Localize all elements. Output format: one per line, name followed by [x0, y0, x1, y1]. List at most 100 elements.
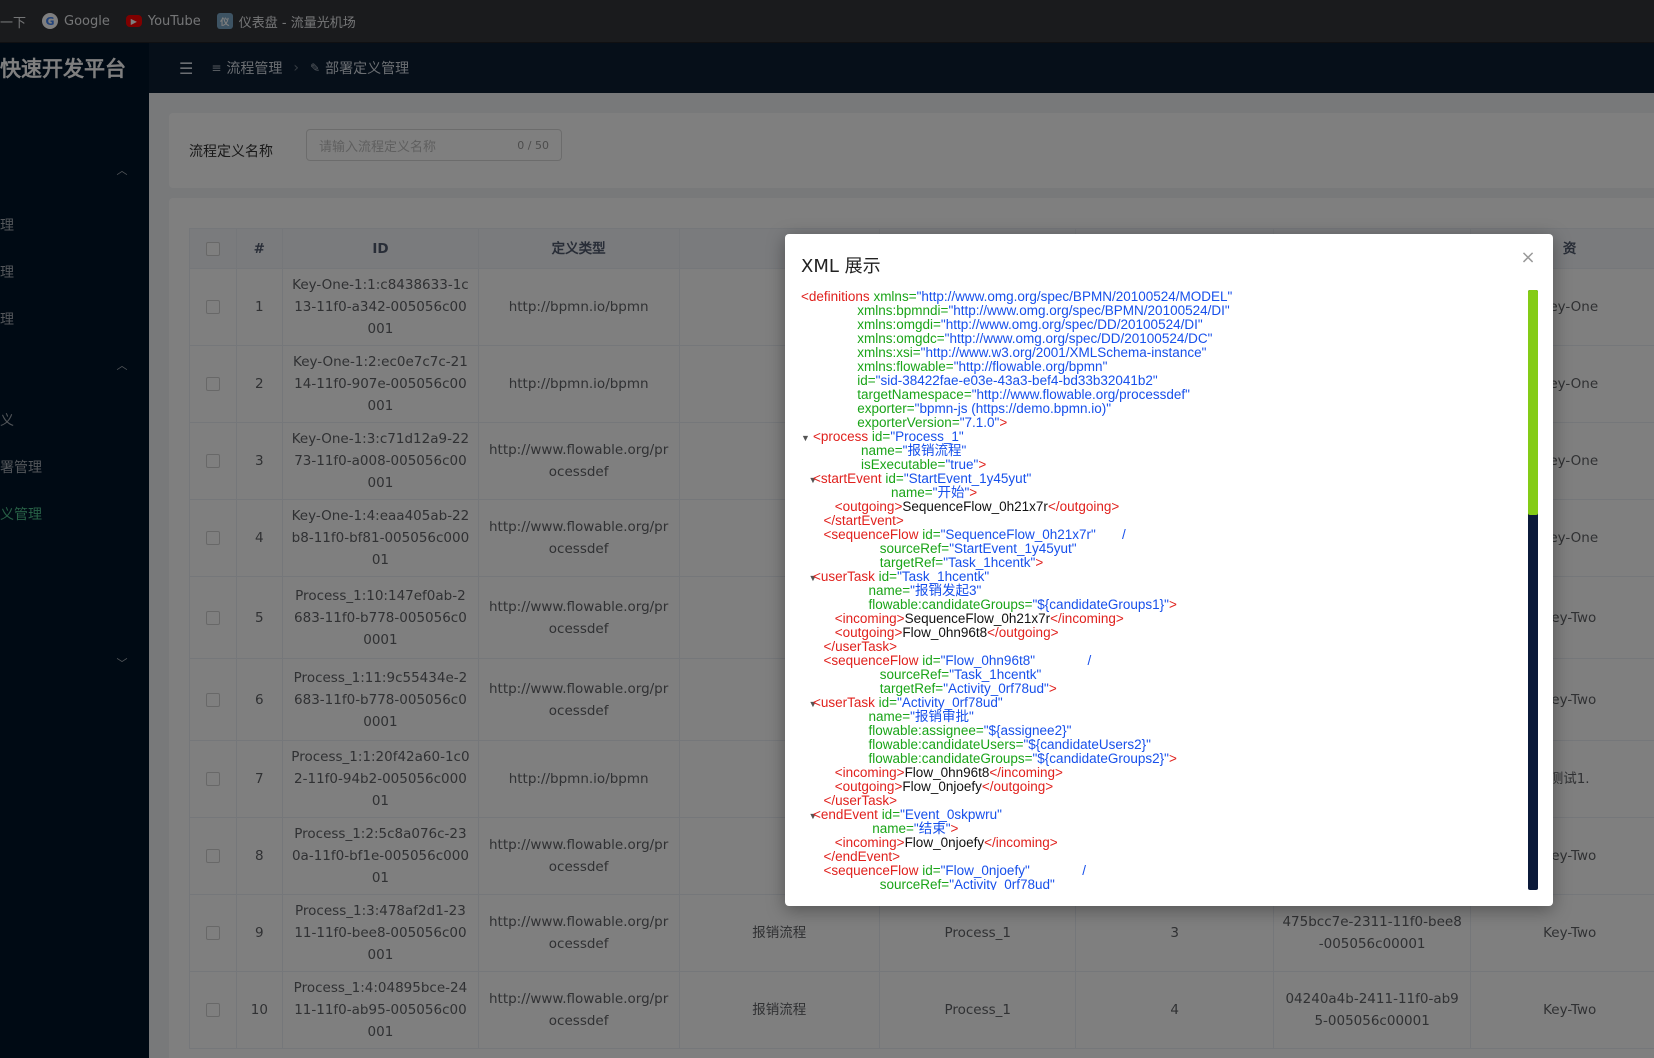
xml-token: >	[1035, 555, 1044, 570]
xml-token: xmlns:omgdc=	[801, 331, 945, 346]
xml-line: </endEvent>	[801, 850, 1501, 864]
xml-token: "Flow_0njoefy"	[940, 863, 1030, 878]
xml-token: </outgoing>	[987, 625, 1059, 640]
xml-token: </outgoing>	[981, 779, 1054, 794]
xml-token: </startEvent>	[801, 513, 904, 528]
xml-token: </incoming>	[1050, 611, 1124, 626]
xml-token: "http://www.flowable.org/processdef"	[971, 387, 1190, 402]
xml-line: xmlns:omgdc="http://www.omg.org/spec/DD/…	[801, 332, 1501, 346]
xml-token: "报销流程"	[902, 443, 967, 458]
xml-token: "Task_1hcentk"	[943, 555, 1036, 570]
xml-token: "Activity_0rf78ud"	[897, 695, 1003, 710]
xml-token: >	[950, 821, 959, 836]
xml-token: flowable:candidateGroups=	[801, 597, 1033, 612]
xml-token: "7.1.0"	[959, 415, 1000, 430]
xml-line: </startEvent>	[801, 514, 1501, 528]
xml-token: name=	[801, 709, 911, 724]
xml-token: <outgoing>	[801, 625, 903, 640]
xml-token: >	[999, 415, 1008, 430]
xml-token: exporter=	[801, 401, 915, 416]
xml-token: <incoming>	[801, 835, 905, 850]
xml-line: sourceRef="StartEvent_1y45yut"	[801, 542, 1501, 556]
modal-title: XML 展示	[801, 256, 881, 277]
xml-token: <incoming>	[801, 765, 905, 780]
xml-line: id="sid-38422fae-e03e-43a3-bef4-bd33b320…	[801, 374, 1501, 388]
xml-token: </outgoing>	[1047, 499, 1120, 514]
xml-line: ▼<endEvent id="Event_0skpwru"	[801, 808, 1501, 822]
xml-token: <startEvent	[813, 471, 886, 486]
xml-token: "${candidateGroups2}"	[1032, 751, 1169, 766]
xml-token: "Activity_0rf78ud"	[943, 681, 1049, 696]
xml-token: xmlns:bpmndi=	[801, 303, 949, 318]
xml-token: xmlns:flowable=	[801, 359, 954, 374]
xml-token: xmlns:omgdi=	[801, 317, 941, 332]
xml-token: "Task_1hcentk"	[949, 667, 1042, 682]
xml-line: <outgoing>Flow_0njoefy</outgoing>	[801, 780, 1501, 794]
xml-token: id=	[878, 695, 898, 710]
xml-line: name="报销审批"	[801, 710, 1501, 724]
xml-line: xmlns:omgdi="http://www.omg.org/spec/DD/…	[801, 318, 1501, 332]
xml-line: </userTask>	[801, 794, 1501, 808]
xml-line: exporterVersion="7.1.0">	[801, 416, 1501, 430]
xml-token: id=	[922, 653, 941, 668]
xml-token: "StartEvent_1y45yut"	[903, 471, 1032, 486]
xml-line: flowable:candidateGroups="${candidateGro…	[801, 752, 1501, 766]
xml-token: <sequenceFlow	[801, 527, 923, 542]
xml-token: >	[978, 457, 987, 472]
close-icon[interactable]: ×	[1517, 246, 1539, 268]
xml-token: <process	[813, 429, 872, 444]
xml-token: exporterVersion=	[801, 415, 960, 430]
xml-token: </incoming>	[984, 835, 1058, 850]
xml-line: <sequenceFlow id="Flow_0njoefy" /	[801, 864, 1501, 878]
xml-token: "结束"	[913, 821, 951, 836]
xml-line: sourceRef="Task_1hcentk"	[801, 668, 1501, 682]
xml-token: </incoming>	[989, 765, 1063, 780]
xml-line: xmlns:bpmndi="http://www.omg.org/spec/BP…	[801, 304, 1501, 318]
xml-line: <outgoing>Flow_0hn96t8</outgoing>	[801, 626, 1501, 640]
xml-token: Flow_0hn96t8	[902, 625, 988, 640]
xml-line: </userTask>	[801, 640, 1501, 654]
xml-token: "${assignee2}"	[983, 723, 1072, 738]
xml-token: id=	[922, 527, 941, 542]
xml-line: xmlns:xsi="http://www.w3.org/2001/XMLSch…	[801, 346, 1501, 360]
xml-line: flowable:candidateGroups="${candidateGro…	[801, 598, 1501, 612]
xml-token: "Event_0skpwru"	[900, 807, 1002, 822]
xml-token: sourceRef=	[801, 541, 950, 556]
xml-token: id=	[871, 429, 891, 444]
xml-line: ▼<userTask id="Activity_0rf78ud"	[801, 696, 1501, 710]
xml-token: "报销审批"	[910, 709, 974, 724]
xml-token: "Task_1hcentk"	[897, 569, 990, 584]
xml-line: flowable:assignee="${assignee2}"	[801, 724, 1501, 738]
xml-token: </endEvent>	[801, 849, 901, 864]
scrollbar-thumb[interactable]	[1528, 290, 1538, 515]
xml-token: xmlns:xsi=	[801, 345, 921, 360]
xml-token: /	[1029, 863, 1087, 878]
xml-token: <endEvent	[813, 807, 882, 822]
xml-line: name="报销发起3"	[801, 584, 1501, 598]
xml-token: name=	[801, 583, 911, 598]
xml-token: "SequenceFlow_0h21x7r"	[940, 527, 1096, 542]
xml-line: <definitions xmlns="http://www.omg.org/s…	[801, 290, 1501, 304]
xml-token: /	[1095, 527, 1126, 542]
xml-line: ▼<startEvent id="StartEvent_1y45yut"	[801, 472, 1501, 486]
xml-token: "bpmn-js (https://demo.bpmn.io)"	[914, 401, 1112, 416]
scrollbar[interactable]	[1528, 290, 1538, 890]
xml-token: >	[1168, 597, 1177, 612]
xml-line: <incoming>Flow_0njoefy</incoming>	[801, 836, 1501, 850]
xml-token: <sequenceFlow	[801, 863, 923, 878]
xml-token: flowable:assignee=	[801, 723, 984, 738]
xml-viewer[interactable]: <definitions xmlns="http://www.omg.org/s…	[801, 290, 1501, 890]
xml-token: "http://flowable.org/bpmn"	[953, 359, 1108, 374]
xml-token: "http://www.omg.org/spec/BPMN/20100524/M…	[916, 290, 1233, 304]
xml-line: exporter="bpmn-js (https://demo.bpmn.io)…	[801, 402, 1501, 416]
xml-token: >	[1168, 751, 1177, 766]
xml-token: isExecutable=	[801, 457, 946, 472]
xml-token: Flow_0hn96t8	[904, 765, 990, 780]
xml-token: <sequenceFlow	[801, 653, 923, 668]
xml-token: "报销发起3"	[910, 583, 982, 598]
xml-token: <incoming>	[801, 611, 905, 626]
xml-token: <outgoing>	[801, 779, 903, 794]
xml-token: Flow_0njoefy	[904, 835, 985, 850]
xml-line: xmlns:flowable="http://flowable.org/bpmn…	[801, 360, 1501, 374]
xml-token: "true"	[945, 457, 979, 472]
